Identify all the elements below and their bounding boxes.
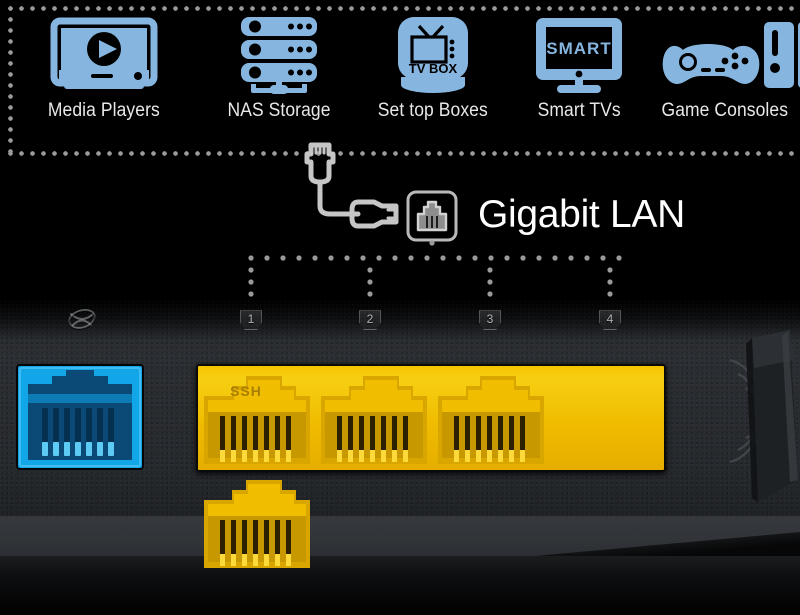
port-marker-3: 3	[479, 310, 501, 330]
ethernet-cable-icon	[296, 140, 400, 241]
connected-devices-panel: Media Players NAS Storage TV BOX Set top…	[8, 6, 800, 156]
router-lan-infographic: Media Players NAS Storage TV BOX Set top…	[0, 0, 800, 615]
device-label: Smart TVs	[537, 100, 621, 121]
device-nas-storage: NAS Storage	[200, 16, 359, 146]
lan-port-4	[198, 470, 315, 574]
device-label: Set top Boxes	[378, 100, 489, 121]
smart-tv-icon: SMART	[533, 16, 625, 96]
device-smart-tvs: SMART Smart TVs	[508, 16, 650, 146]
wan-globe-icon	[60, 303, 104, 337]
device-label: Media Players	[47, 100, 160, 121]
device-set-top-boxes: TV BOX Set top Boxes	[358, 16, 508, 146]
antenna-base	[728, 330, 800, 530]
port-number: 3	[486, 312, 494, 326]
chassis-top-shadow	[0, 300, 800, 340]
device-label: NAS Storage	[227, 100, 331, 121]
lan-port-etched-text: SSH	[230, 383, 262, 399]
icon-caption: TV BOX	[409, 61, 458, 76]
media-player-icon	[50, 16, 158, 96]
chassis-underside	[0, 556, 800, 615]
nas-storage-icon	[229, 16, 329, 96]
port-number: 4	[606, 312, 614, 326]
device-media-players: Media Players	[8, 16, 200, 146]
lan-ethernet-port-block: SSH	[196, 364, 666, 568]
icon-caption: SMART	[546, 39, 611, 58]
rj45-jack-icon	[406, 190, 458, 242]
port-number: 1	[247, 312, 255, 326]
port-marker-4: 4	[599, 310, 621, 330]
game-console-icon	[639, 16, 800, 96]
lan-port-1: SSH	[198, 366, 315, 470]
device-label: Game Consoles	[661, 100, 789, 121]
port-number: 2	[366, 312, 374, 326]
port-marker-1: 1	[240, 310, 262, 330]
lan-port-2	[315, 366, 432, 470]
wan-ethernet-port	[16, 364, 144, 470]
devices-row: Media Players NAS Storage TV BOX Set top…	[8, 16, 800, 146]
port-marker-2: 2	[359, 310, 381, 330]
gigabit-lan-heading: Gigabit LAN	[478, 193, 685, 236]
set-top-box-icon: TV BOX	[388, 16, 478, 96]
device-game-consoles: Game Consoles	[650, 16, 800, 146]
lan-port-3	[432, 366, 549, 470]
